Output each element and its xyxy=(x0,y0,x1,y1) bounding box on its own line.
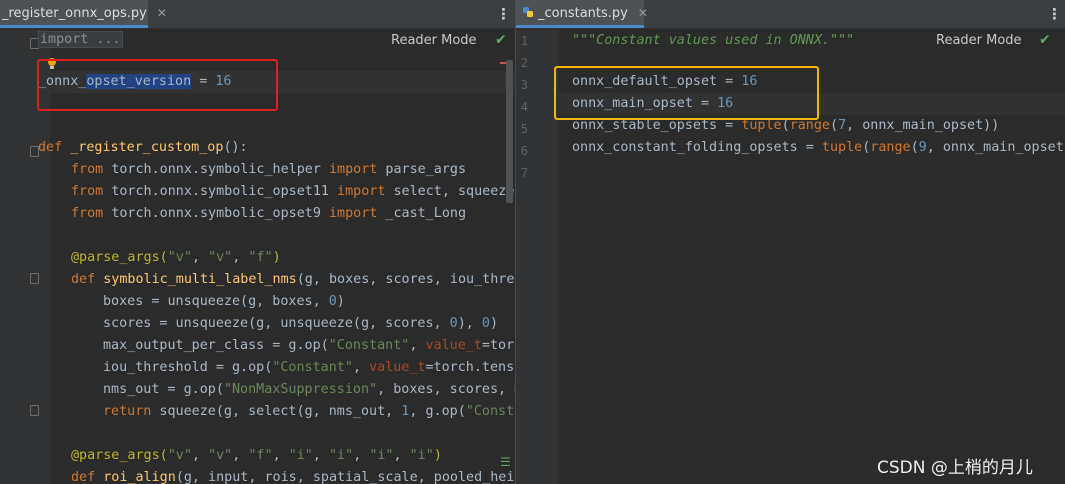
code-line: @parse_args("v", "v", "f") xyxy=(71,250,281,265)
folded-imports[interactable]: import ... xyxy=(38,31,123,48)
watermark: CSDN @上梢的月儿 xyxy=(877,458,1033,478)
code-line: def symbolic_multi_label_nms(g, boxes, s… xyxy=(71,272,515,287)
more-options-icon[interactable]: ⋮ xyxy=(1047,5,1062,23)
reader-mode-button[interactable]: Reader Mode xyxy=(936,33,1022,48)
tab-label: _constants.py xyxy=(538,6,628,21)
more-options-icon[interactable]: ⋮ xyxy=(496,5,511,23)
code-line: @parse_args("v", "v", "f", "i", "i", "i"… xyxy=(71,448,442,463)
code-line: def roi_align(g, input, rois, spatial_sc… xyxy=(71,470,515,484)
red-highlight-box xyxy=(37,59,278,111)
left-editor-pane: _register_onnx_ops.py ✕ ⋮ import ... _onn… xyxy=(0,0,515,484)
code-line: onnx_constant_folding_opsets = tuple(ran… xyxy=(572,140,1064,155)
code-line: scores = unsqueeze(g, unsqueeze(g, score… xyxy=(103,316,499,331)
tab-register-onnx-ops[interactable]: _register_onnx_ops.py ✕ xyxy=(0,0,167,28)
reader-mode-button[interactable]: Reader Mode xyxy=(391,33,477,48)
code-line: def _register_custom_op(): xyxy=(38,140,248,155)
tab-label: _register_onnx_ops.py xyxy=(2,6,147,21)
code-line: return squeeze(g, select(g, nms_out, 1, … xyxy=(103,404,515,419)
code-line: boxes = unsqueeze(g, boxes, 0) xyxy=(103,294,345,309)
tab-constants[interactable]: _constants.py ✕ xyxy=(516,0,648,28)
python-file-icon xyxy=(522,1,534,17)
inspection-ok-icon[interactable]: ✔ xyxy=(1039,32,1051,48)
code-line: from torch.onnx.symbolic_opset11 import … xyxy=(71,184,515,199)
inspection-ok-icon[interactable]: ✔ xyxy=(495,32,507,48)
left-tab-bar: _register_onnx_ops.py ✕ ⋮ xyxy=(0,0,515,29)
code-line: nms_out = g.op("NonMaxSuppression", boxe… xyxy=(103,382,515,397)
code-line: import ... xyxy=(38,29,123,51)
left-scrollbar[interactable] xyxy=(506,60,513,203)
orange-highlight-box xyxy=(554,66,819,120)
structure-icon[interactable]: ☰ xyxy=(500,456,511,468)
code-line: iou_threshold = g.op("Constant", value_t… xyxy=(103,360,515,375)
code-line: max_output_per_class = g.op("Constant", … xyxy=(103,338,515,353)
right-tab-bar: _constants.py ✕ ⋮ xyxy=(516,0,1065,29)
code-line: from torch.onnx.symbolic_opset9 import _… xyxy=(71,206,467,221)
close-icon[interactable]: ✕ xyxy=(638,6,648,20)
code-line: from torch.onnx.symbolic_helper import p… xyxy=(71,162,467,177)
close-icon[interactable]: ✕ xyxy=(157,6,167,20)
right-editor-pane: _constants.py ✕ ⋮ 1 2 3 4 5 6 7 """Consta… xyxy=(516,0,1065,484)
code-line: """Constant values used in ONNX.""" xyxy=(572,33,855,48)
